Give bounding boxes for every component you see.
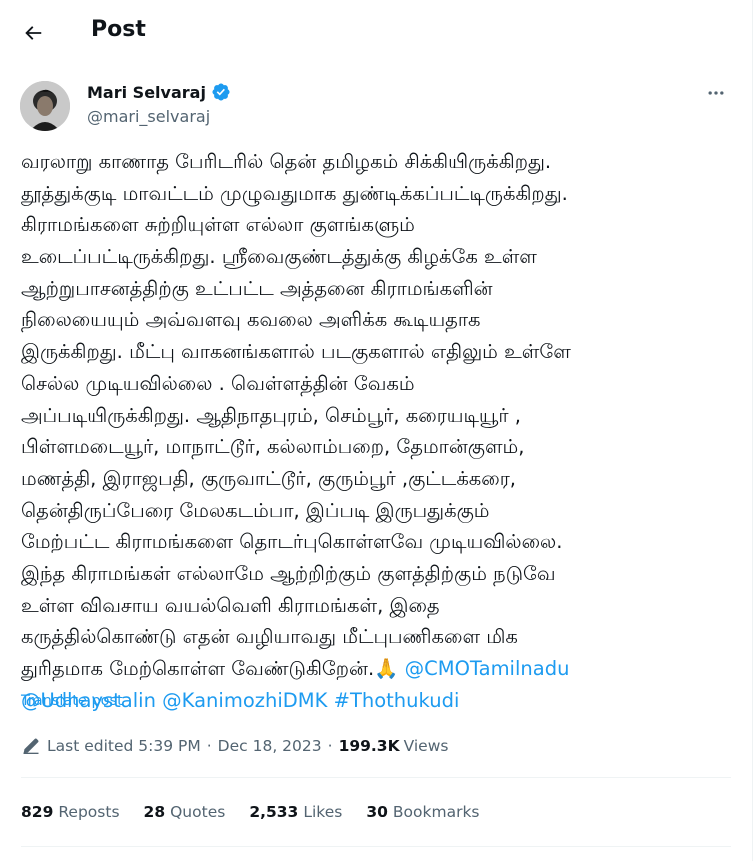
avatar[interactable]	[20, 81, 70, 131]
author-name-text[interactable]: Mari Selvaraj	[87, 83, 206, 102]
likes-count: 2,533	[249, 803, 299, 821]
quotes-count: 28	[143, 803, 166, 821]
author-handle[interactable]: @mari_selvaraj	[87, 107, 210, 126]
post-line: தென்திருப்பேரை மேலகடம்பா, இப்படி இருபதுக…	[21, 498, 490, 522]
post-line: தூத்துக்குடி மாவட்டம் முழுவதுமாக துண்டிக…	[21, 181, 568, 205]
post-line: ஆற்றுபாசனத்திற்கு உட்பட்ட அத்தனை கிராமங்…	[21, 276, 493, 300]
separator-dot: ·	[327, 737, 333, 755]
author-name[interactable]: Mari Selvaraj	[87, 82, 231, 102]
post-meta: Last edited 5:39 PM · Dec 18, 2023 · 199…	[21, 734, 448, 758]
divider	[21, 846, 731, 847]
post-line: நிலையையும் அவ்வளவு கவலை அளிக்க கூடியதாக	[21, 308, 481, 332]
back-arrow-icon[interactable]	[20, 20, 46, 46]
post-line-last: துரிதமாக மேற்கொள்ள வேண்டுகிறேன்.🙏 @CMOTa…	[21, 653, 733, 685]
likes-label: Likes	[303, 803, 343, 821]
post-line: இந்த கிராமங்கள் எல்லாமே ஆற்றிற்கும் குளத…	[21, 561, 556, 585]
reposts-stat[interactable]: 829 Reposts	[21, 803, 120, 821]
views-label: Views	[403, 737, 449, 755]
post-line: அப்படியிருக்கிறது. ஆதிநாதபுரம், செம்பூர்…	[21, 403, 521, 427]
post-line: மணத்தி, இராஜபதி, குருவாட்டூர், குரும்பூர…	[21, 466, 516, 490]
separator-dot: ·	[206, 737, 212, 755]
verified-badge-icon[interactable]	[211, 82, 231, 102]
pencil-icon	[21, 736, 41, 756]
post-line-mentions: @Udhaystalin @KanimozhiDMK #Thothukudi	[21, 685, 733, 717]
post-line-text: துரிதமாக மேற்கொள்ள வேண்டுகிறேன்.🙏	[21, 657, 405, 680]
bookmarks-stat[interactable]: 30 Bookmarks	[366, 803, 479, 821]
mention-cmotamilnadu-link[interactable]: @CMOTamilnadu	[405, 657, 570, 680]
post-line: வரலாறு காணாத பேரிடரில் தென் தமிழகம் சிக்…	[21, 150, 552, 173]
post-line: மேற்பட்ட கிராமங்களை தொடர்புகொள்ளவே முடிய…	[21, 530, 563, 554]
quotes-stat[interactable]: 28 Quotes	[144, 803, 226, 821]
post-line: செல்ல முடியவில்லை . வெள்ளத்தின் வேகம்	[21, 371, 415, 395]
more-horizontal-icon[interactable]	[703, 82, 729, 104]
post-line: உடைப்பட்டிருக்கிறது. ஸ்ரீவைகுண்டத்துக்கு…	[21, 245, 537, 269]
mention-kanimozhidmk-link[interactable]: @KanimozhiDMK	[162, 689, 327, 712]
hashtag-thothukudi-link[interactable]: #Thothukudi	[334, 689, 460, 712]
views-count: 199.3K	[338, 737, 400, 755]
header: Post	[0, 0, 751, 64]
post-text: வரலாறு காணாத பேரிடரில் தென் தமிழகம் சிக்…	[21, 146, 733, 716]
reposts-count: 829	[21, 803, 54, 821]
bookmarks-count: 30	[366, 803, 388, 821]
divider	[21, 777, 731, 778]
post-line: உள்ள விவசாய வயல்வெளி கிராமங்கள், இதை	[21, 593, 440, 617]
page-title: Post	[91, 17, 146, 42]
last-edited-link[interactable]: Last edited 5:39 PM	[47, 737, 201, 755]
post-line: கிராமங்களை சுற்றியுள்ள எல்லா குளங்களும்	[21, 213, 415, 237]
post-line: கருத்தில்கொண்டு எதன் வழியாவது மீட்புபணிக…	[21, 625, 518, 649]
bookmarks-label: Bookmarks	[392, 803, 480, 821]
reposts-label: Reposts	[58, 803, 120, 821]
translate-post-link[interactable]: Translate post	[21, 693, 123, 709]
engagement-stats: 829 Reposts 28 Quotes 2,533 Likes 30 Boo…	[21, 800, 504, 824]
quotes-label: Quotes	[170, 803, 226, 821]
post-line: பிள்ளமடையூர், மாநாட்டூர், கல்லாம்பறை, தே…	[21, 435, 525, 459]
likes-stat[interactable]: 2,533 Likes	[249, 803, 342, 821]
post-date[interactable]: Dec 18, 2023	[218, 737, 322, 755]
post-line: இருக்கிறது. மீட்பு வாகனங்களால் படகுகளால்…	[21, 340, 571, 364]
post-page: Post Mari Selvaraj @mari_selvaraj வரலாறு…	[0, 0, 753, 861]
